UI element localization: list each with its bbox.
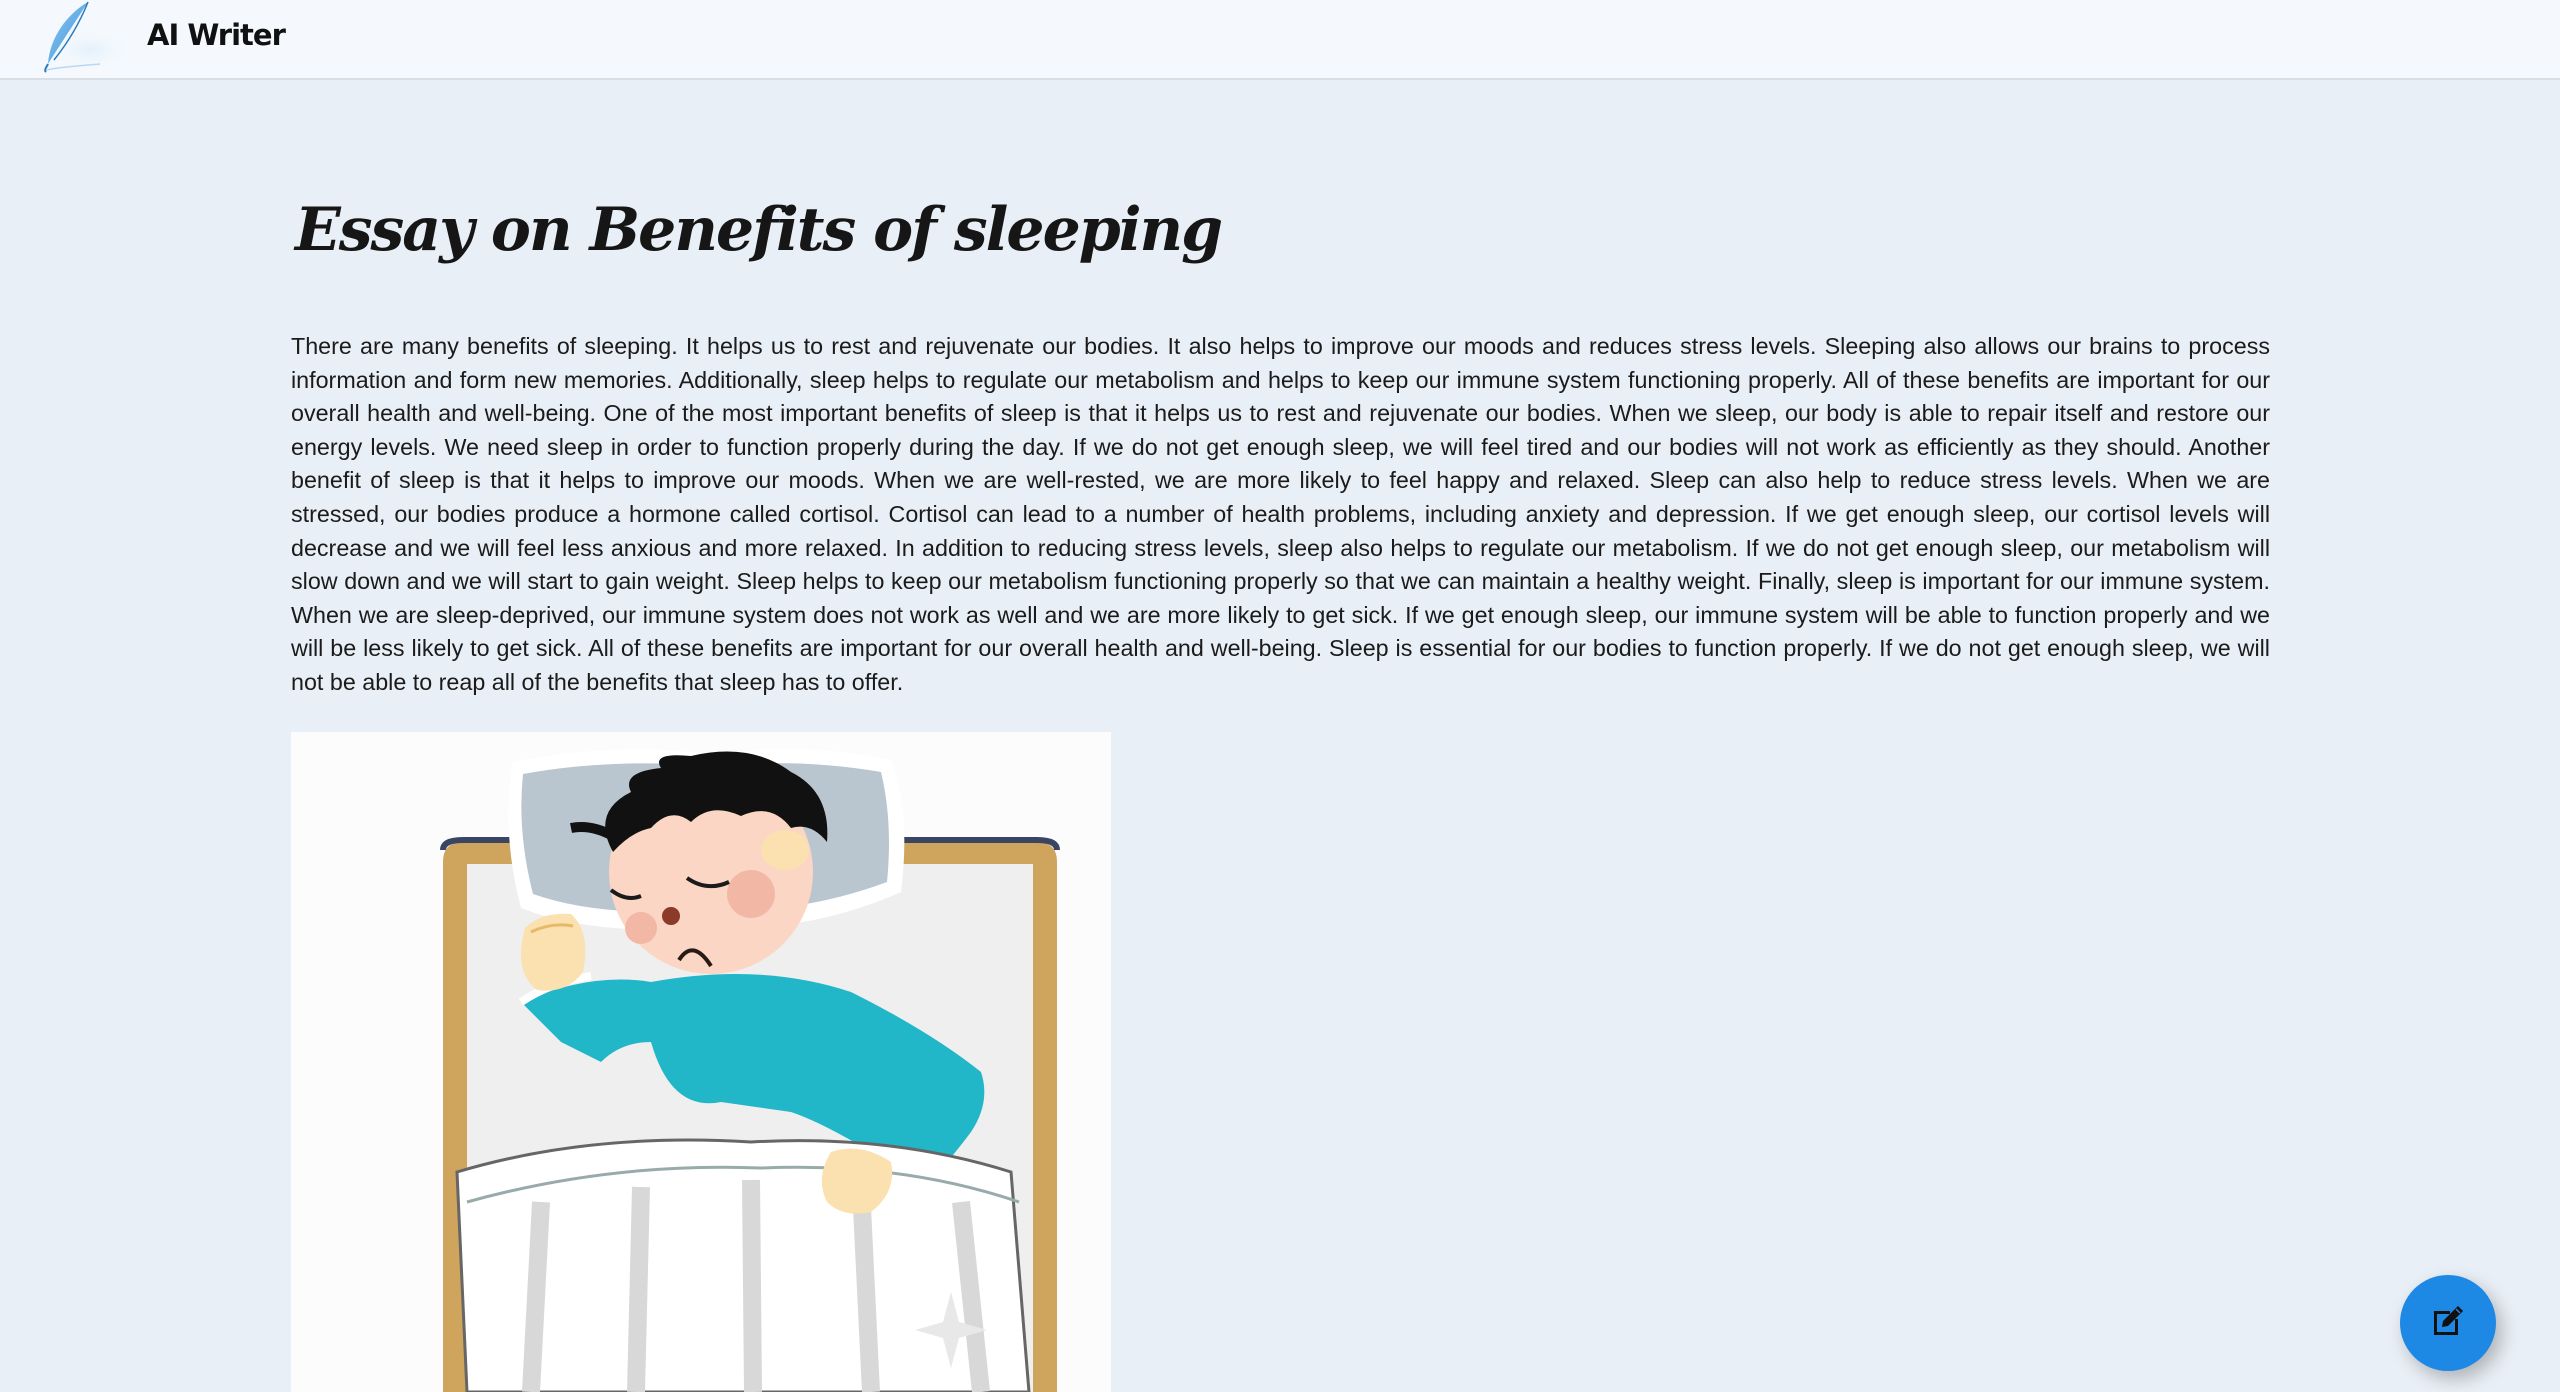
- edit-icon: [2428, 1301, 2468, 1346]
- top-bar: AI Writer: [0, 0, 2560, 80]
- edit-button[interactable]: [2400, 1275, 2496, 1371]
- page-title: Essay on Benefits of sleeping: [295, 195, 1223, 265]
- app-name[interactable]: AI Writer: [147, 16, 286, 54]
- essay-body: There are many benefits of sleeping. It …: [291, 333, 2270, 695]
- sleeping-boy-illustration: [291, 732, 1111, 1392]
- feather-quill-icon[interactable]: [40, 0, 140, 76]
